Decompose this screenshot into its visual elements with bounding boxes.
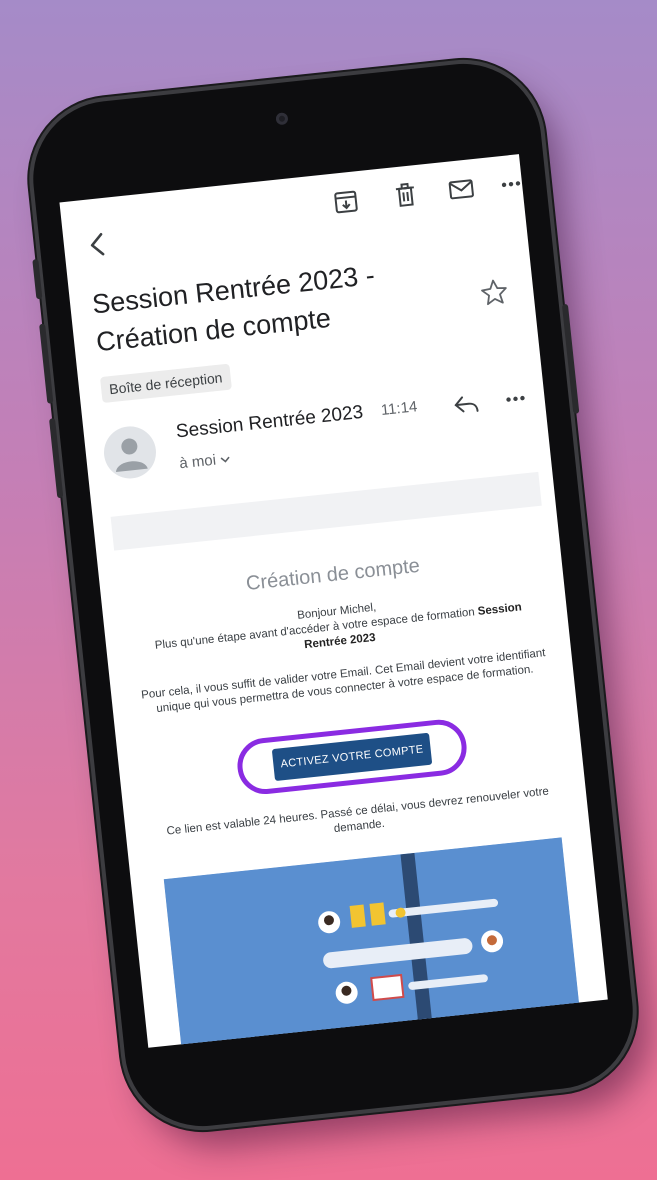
mute-switch bbox=[32, 258, 43, 300]
chevron-down-icon bbox=[220, 456, 230, 463]
inbox-label-chip[interactable]: Boîte de réception bbox=[99, 363, 232, 404]
star-icon[interactable] bbox=[478, 276, 511, 309]
mail-icon[interactable] bbox=[445, 173, 478, 206]
recipient-label: à moi bbox=[178, 451, 217, 473]
email-time: 11:14 bbox=[380, 398, 419, 419]
message-more-icon[interactable] bbox=[499, 382, 532, 415]
phone-frame: Session Rentrée 2023 - Création de compt… bbox=[25, 56, 641, 1134]
sender-name[interactable]: Session Rentrée 2023 bbox=[175, 402, 364, 444]
mail-screen: Session Rentrée 2023 - Création de compt… bbox=[59, 154, 608, 1048]
recipient-toggle[interactable]: à moi bbox=[179, 450, 231, 472]
email-body: Création de compte Bonjour Michel, Plus … bbox=[115, 514, 605, 1048]
archive-icon[interactable] bbox=[329, 185, 362, 218]
back-arrow-icon[interactable] bbox=[81, 227, 116, 262]
cta-highlight: ACTIVEZ VOTRE COMPTE bbox=[234, 717, 470, 797]
person-icon bbox=[115, 438, 148, 473]
trash-icon[interactable] bbox=[389, 179, 422, 212]
avatar bbox=[101, 423, 159, 482]
reply-icon[interactable] bbox=[449, 388, 482, 421]
